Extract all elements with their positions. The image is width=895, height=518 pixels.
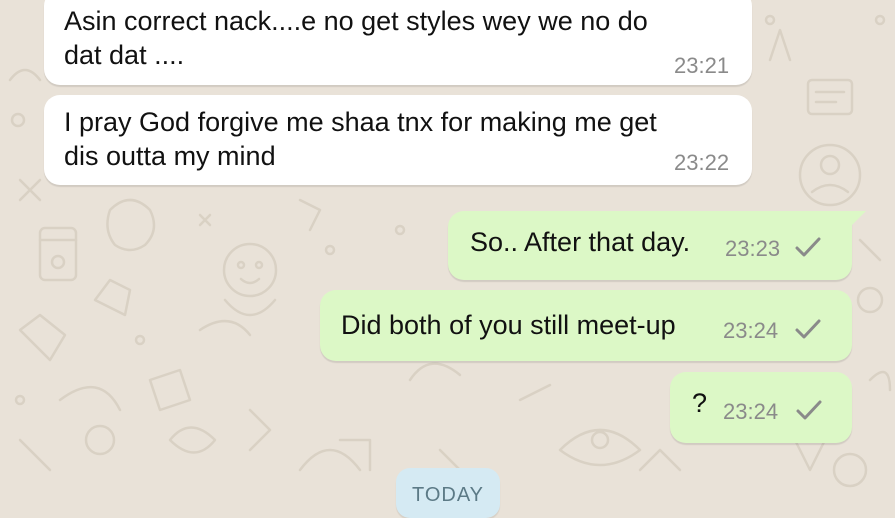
message-text: ? (692, 388, 708, 418)
outgoing-message[interactable]: So.. After that day. 23:23 (448, 211, 852, 280)
message-text: So.. After that day. (470, 227, 691, 257)
single-check-icon (795, 319, 821, 339)
outgoing-message[interactable]: Did both of you still meet-up 23:24 (320, 290, 852, 361)
outgoing-message[interactable]: ? 23:24 (670, 372, 852, 443)
single-check-icon (796, 400, 822, 420)
message-time: 23:21 (674, 53, 730, 78)
incoming-message[interactable]: Asin correct nack....e no get styles wey… (44, 0, 752, 85)
date-divider-label: TODAY (411, 484, 485, 506)
incoming-message[interactable]: I pray God forgive me shaa tnx for makin… (44, 95, 752, 185)
message-time: 23:22 (674, 150, 730, 175)
bubble-tail (848, 211, 866, 229)
message-text: I pray God forgive me shaa tnx for makin… (64, 107, 657, 171)
message-time: 23:24 (723, 399, 779, 424)
message-text: Asin correct nack....e no get styles wey… (64, 6, 648, 70)
date-divider: TODAY (396, 468, 500, 518)
message-time: 23:23 (725, 236, 781, 261)
single-check-icon (795, 237, 821, 257)
message-time: 23:24 (723, 318, 779, 343)
message-text: Did both of you still meet-up (341, 310, 676, 340)
